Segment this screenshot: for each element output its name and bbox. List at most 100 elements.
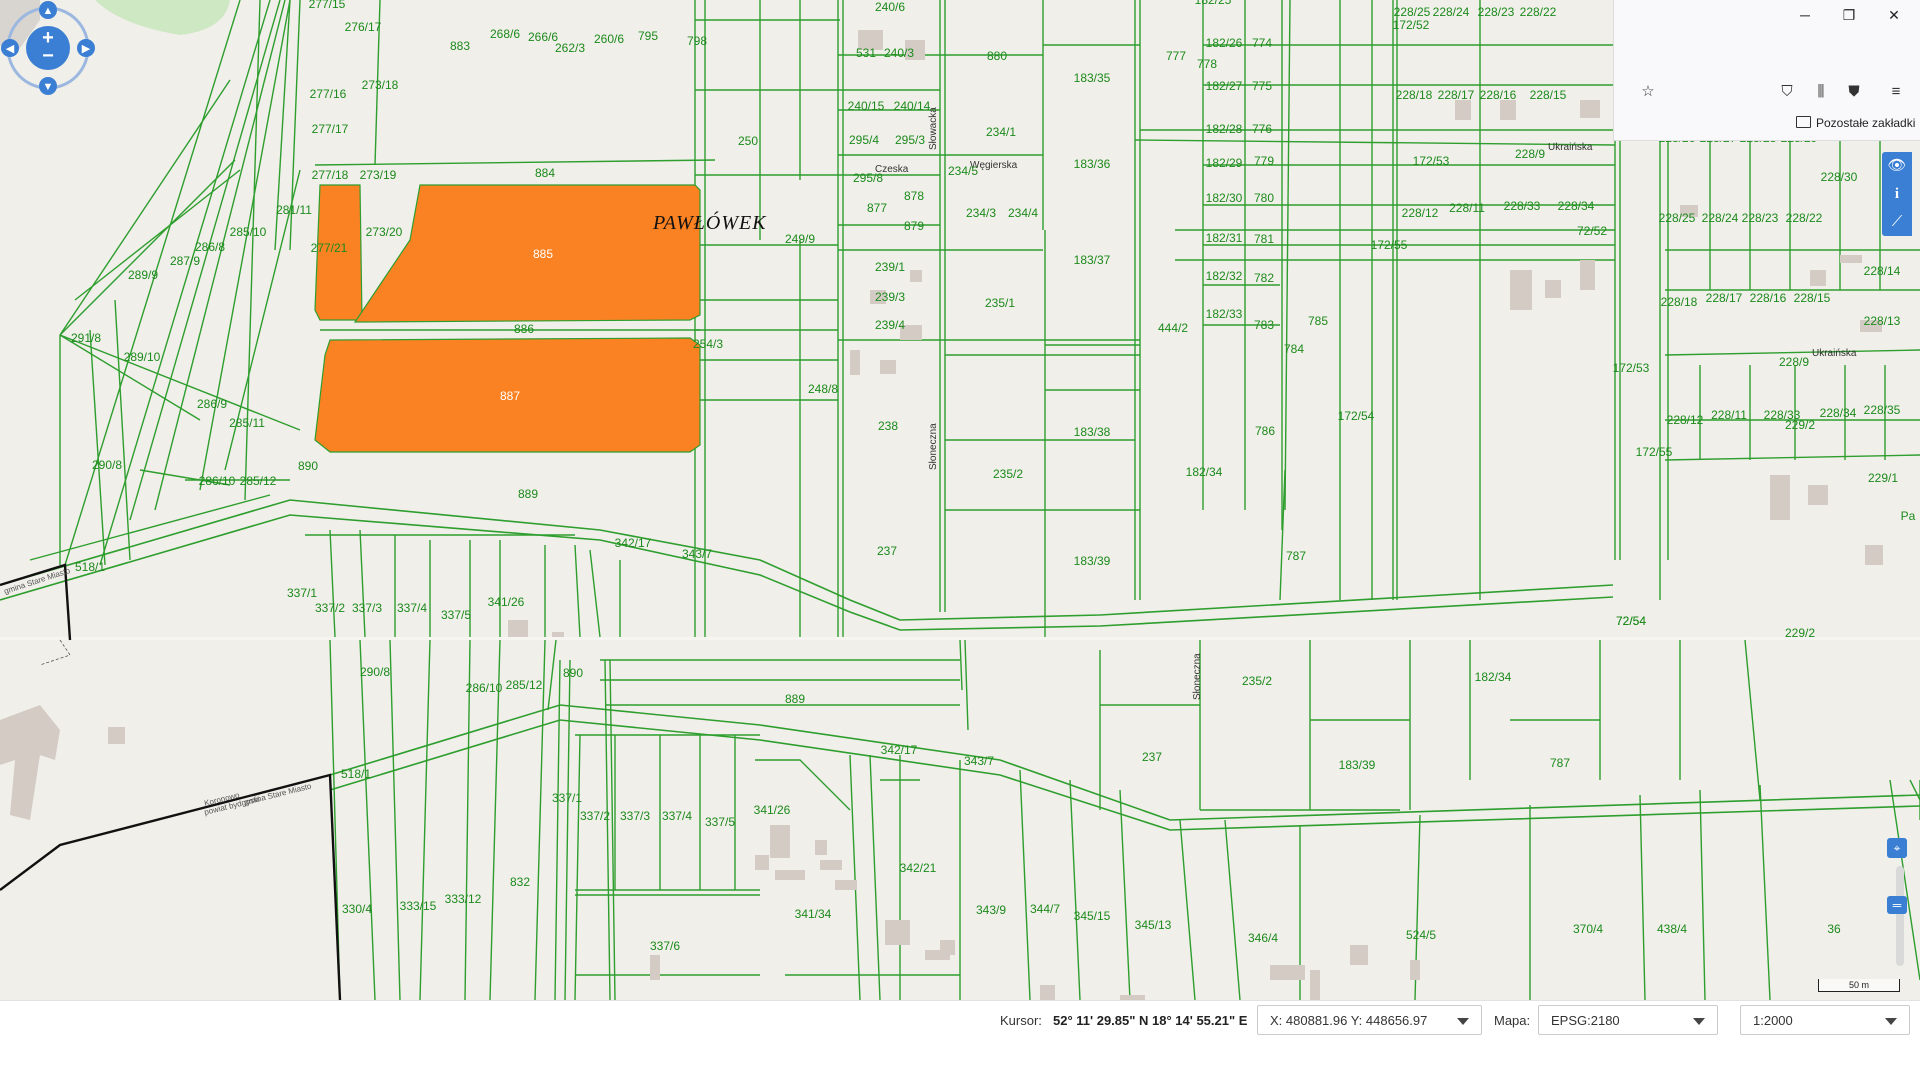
locate-icon[interactable]: ⌖: [1887, 838, 1907, 858]
parcel-label: 172/54: [1338, 409, 1375, 423]
parcel-label: 333/15: [400, 899, 437, 913]
parcel-label: 172/52: [1393, 18, 1430, 32]
parcel-label: 295/8: [853, 171, 883, 185]
parcel-label: 798: [687, 34, 707, 48]
parcel-label: 182/26: [1206, 36, 1243, 50]
parcel-label: 779: [1254, 154, 1274, 168]
parcel-label: 295/3: [895, 133, 925, 147]
parcel-label: 228/35: [1864, 403, 1901, 417]
pocket-icon[interactable]: ⛉: [1775, 80, 1799, 104]
parcel-label: 277/16: [310, 87, 347, 101]
ruler-icon[interactable]: ⟋: [1882, 208, 1912, 236]
parcel-label: 337/3: [620, 809, 650, 823]
parcel-label: 285/12: [506, 678, 543, 692]
navigation-control[interactable]: + − ▲ ▼ ◀ ▶: [0, 0, 96, 96]
xy-coordinate-select[interactable]: X: 480881.96 Y: 448656.97: [1257, 1005, 1482, 1035]
parcel-label: 228/18: [1396, 88, 1433, 102]
parcel-label: 228/15: [1530, 88, 1567, 102]
crs-value: EPSG:2180: [1551, 1013, 1620, 1028]
parcel-label: 337/1: [552, 791, 582, 805]
parcel-label: 254/3: [693, 337, 723, 351]
street-ukrainska-1: Ukraińska: [1548, 142, 1593, 153]
parcel-label: 228/33: [1504, 199, 1541, 213]
parcel-label: 782: [1254, 271, 1274, 285]
parcel-label: 239/4: [875, 318, 905, 332]
parcel-label: 228/30: [1821, 170, 1858, 184]
parcel-label: 240/3: [884, 46, 914, 60]
parcel-label: 234/3: [966, 206, 996, 220]
map-tools: 👁 i ⟋: [1882, 152, 1912, 236]
parcel-label: 182/33: [1206, 307, 1243, 321]
parcel-label: 281/11: [276, 203, 312, 217]
cursor-coordinates: 52° 11' 29.85" N 18° 14' 55.21" E: [1053, 1013, 1248, 1028]
star-bookmark-icon[interactable]: ☆: [1636, 80, 1660, 104]
parcel-label: 341/34: [795, 907, 832, 921]
svg-text:▲: ▲: [43, 5, 54, 17]
parcel-label: 228/25: [1394, 5, 1431, 19]
parcel-label: 781: [1254, 232, 1274, 246]
parcel-label: 260/6: [594, 32, 624, 46]
parcel-label: 228/16: [1750, 291, 1787, 305]
parcel-label: 235/2: [993, 467, 1023, 481]
parcel-label: 228/25: [1659, 211, 1696, 225]
parcel-label: 524/5: [1406, 928, 1436, 942]
parcel-label: 228/15: [1794, 291, 1831, 305]
parcel-label: 889: [518, 487, 538, 501]
parcel-label: 228/23: [1478, 5, 1515, 19]
parcel-label: 877: [867, 201, 887, 215]
parcel-label: 182/27: [1206, 79, 1243, 93]
parcel-label: 344/7: [1030, 902, 1060, 916]
crs-select[interactable]: EPSG:2180: [1538, 1005, 1718, 1035]
parcel-label: 228/24: [1702, 211, 1739, 225]
parcel-label: 240/6: [875, 0, 905, 14]
restore-button[interactable]: ❐: [1831, 4, 1867, 26]
parcel-label: 228/18: [1661, 295, 1698, 309]
other-bookmarks[interactable]: Pozostałe zakładki: [1796, 116, 1915, 130]
parcel-label: 250: [738, 134, 758, 148]
parcel-label: 183/39: [1074, 554, 1111, 568]
parcel-label: 341/26: [488, 595, 525, 609]
parcel-label: 787: [1550, 756, 1570, 770]
parcel-label: 286/9: [197, 397, 227, 411]
parcel-label: 277/21: [311, 241, 348, 255]
scale-select[interactable]: 1:2000: [1740, 1005, 1910, 1035]
parcel-label: 228/17: [1438, 88, 1475, 102]
shield-icon[interactable]: ⛊: [1842, 80, 1866, 104]
parcel-label: 72/54: [1616, 614, 1646, 628]
parcel-label: 228/33: [1764, 408, 1801, 422]
browser-chrome: ─ ❐ ✕ ☆ ⛉ ⫼ ⛊ ≡ Pozostałe zakładki: [1613, 0, 1920, 141]
parcel-label: 778: [1197, 57, 1217, 71]
parcel-label: 276/17: [345, 20, 382, 34]
parcel-label: 228/17: [1706, 291, 1743, 305]
parcel-label: 240/14: [894, 99, 931, 113]
parcel-label: 780: [1254, 191, 1274, 205]
parcel-label: 228/22: [1520, 5, 1557, 19]
parcel-label: 286/10: [199, 474, 236, 488]
zoom-slider-handle[interactable]: ═: [1887, 896, 1907, 914]
parcel-label: 345/15: [1074, 909, 1111, 923]
parcel-label: 337/5: [441, 608, 471, 622]
parcel-label: 879: [904, 219, 924, 233]
library-icon[interactable]: ⫼: [1809, 80, 1833, 104]
parcel-label: 886: [514, 322, 534, 336]
parcel-label: 229/1: [1868, 471, 1898, 485]
eye-icon[interactable]: 👁: [1882, 152, 1912, 180]
zoom-slider[interactable]: [1896, 866, 1904, 966]
parcel-label: 289/10: [124, 350, 161, 364]
close-button[interactable]: ✕: [1876, 4, 1912, 26]
parcel-label: 240/15: [848, 99, 885, 113]
parcel-label: 438/4: [1657, 922, 1687, 936]
parcel-label: 337/4: [397, 601, 427, 615]
parcel-label: 228/12: [1402, 206, 1439, 220]
parcel-label: 182/28: [1206, 122, 1243, 136]
parcel-label: 889: [785, 692, 805, 706]
parcel-label: 262/3: [555, 41, 585, 55]
menu-icon[interactable]: ≡: [1884, 80, 1908, 104]
minimize-button[interactable]: ─: [1787, 4, 1823, 26]
parcel-label: 342/21: [900, 861, 937, 875]
parcel-label: 890: [563, 666, 583, 680]
map-canvas[interactable]: Czeska Węgierska Ukraińska Ukraińska Sło…: [0, 0, 1920, 1000]
parcel-label: 518/1: [341, 767, 371, 781]
parcel-label: 337/6: [650, 939, 680, 953]
info-icon[interactable]: i: [1882, 180, 1912, 208]
